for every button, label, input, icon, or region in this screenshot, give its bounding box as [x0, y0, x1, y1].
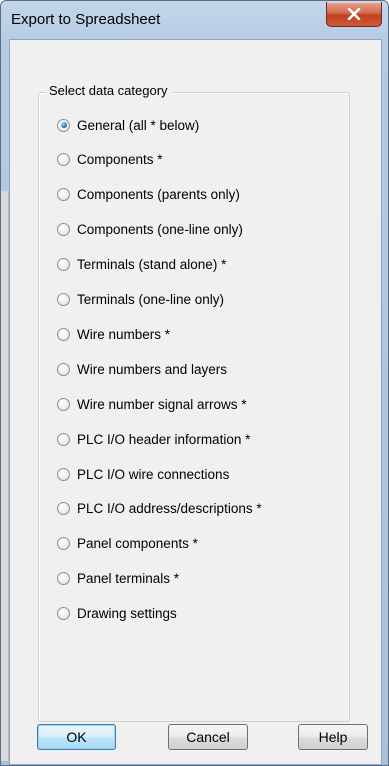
- group-label: Select data category: [46, 83, 171, 98]
- radio-label: Drawing settings: [77, 606, 177, 622]
- radio-label: Terminals (stand alone) *: [77, 257, 227, 273]
- radio-label: Panel terminals *: [77, 571, 180, 587]
- radio-label: PLC I/O address/descriptions *: [77, 501, 262, 517]
- radio-button[interactable]: [57, 258, 70, 272]
- radio-button[interactable]: [57, 362, 70, 376]
- radio-button[interactable]: [57, 467, 70, 481]
- radio-label: Panel components *: [77, 536, 198, 552]
- radio-label: Components (one-line only): [77, 222, 243, 238]
- radio-option[interactable]: Panel terminals *: [57, 569, 179, 589]
- help-button[interactable]: Help: [298, 724, 368, 750]
- radio-button[interactable]: [57, 153, 70, 167]
- radio-option[interactable]: Terminals (stand alone) *: [57, 255, 226, 275]
- radio-button[interactable]: [57, 188, 70, 202]
- radio-option[interactable]: Terminals (one-line only): [57, 290, 224, 310]
- radio-option[interactable]: Panel components *: [57, 534, 198, 554]
- radio-button[interactable]: [57, 572, 70, 586]
- radio-label: Wire number signal arrows *: [77, 396, 247, 412]
- data-category-group: Select data category General (all * belo…: [38, 83, 350, 722]
- radio-option[interactable]: Components (parents only): [57, 185, 240, 205]
- dialog-window: Export to Spreadsheet Select data catego…: [0, 0, 389, 766]
- radio-button[interactable]: [57, 432, 70, 446]
- title-bar[interactable]: Export to Spreadsheet: [1, 1, 388, 41]
- radio-option[interactable]: PLC I/O wire connections: [57, 464, 229, 484]
- radio-option[interactable]: PLC I/O header information *: [57, 429, 250, 449]
- radio-button[interactable]: [57, 537, 70, 551]
- radio-button[interactable]: [57, 327, 70, 341]
- radio-label: PLC I/O wire connections: [77, 466, 230, 482]
- radio-label: Wire numbers *: [77, 326, 171, 342]
- radio-button[interactable]: [57, 293, 70, 306]
- close-icon: [347, 8, 361, 20]
- radio-label: Components *: [77, 152, 163, 168]
- radio-option[interactable]: Components (one-line only): [57, 220, 243, 240]
- radio-label: Components (parents only): [77, 187, 240, 203]
- radio-label: Terminals (one-line only): [77, 292, 225, 307]
- radio-option[interactable]: Wire numbers *: [57, 324, 170, 344]
- radio-option[interactable]: Wire numbers and layers: [57, 359, 227, 379]
- radio-label: PLC I/O header information *: [77, 431, 251, 447]
- close-button[interactable]: [326, 2, 382, 27]
- radio-option[interactable]: PLC I/O address/descriptions *: [57, 499, 262, 519]
- radio-button[interactable]: [57, 397, 70, 411]
- cancel-button[interactable]: Cancel: [168, 724, 248, 750]
- left-scroll-edge: [1, 191, 9, 761]
- radio-label: General (all * below): [77, 117, 200, 133]
- radio-option[interactable]: Drawing settings: [57, 604, 177, 624]
- radio-option[interactable]: Components *: [57, 150, 163, 170]
- radio-option[interactable]: Wire number signal arrows *: [57, 394, 247, 414]
- radio-button[interactable]: [57, 223, 70, 237]
- radio-button[interactable]: [57, 118, 70, 132]
- dialog-title: Export to Spreadsheet: [11, 11, 161, 28]
- radio-label: Wire numbers and layers: [77, 361, 228, 377]
- dialog-body: Select data category General (all * belo…: [9, 39, 382, 765]
- radio-option[interactable]: General (all * below): [57, 115, 199, 135]
- ok-button[interactable]: OK: [37, 724, 116, 750]
- radio-button[interactable]: [57, 607, 70, 621]
- radio-button[interactable]: [57, 502, 70, 516]
